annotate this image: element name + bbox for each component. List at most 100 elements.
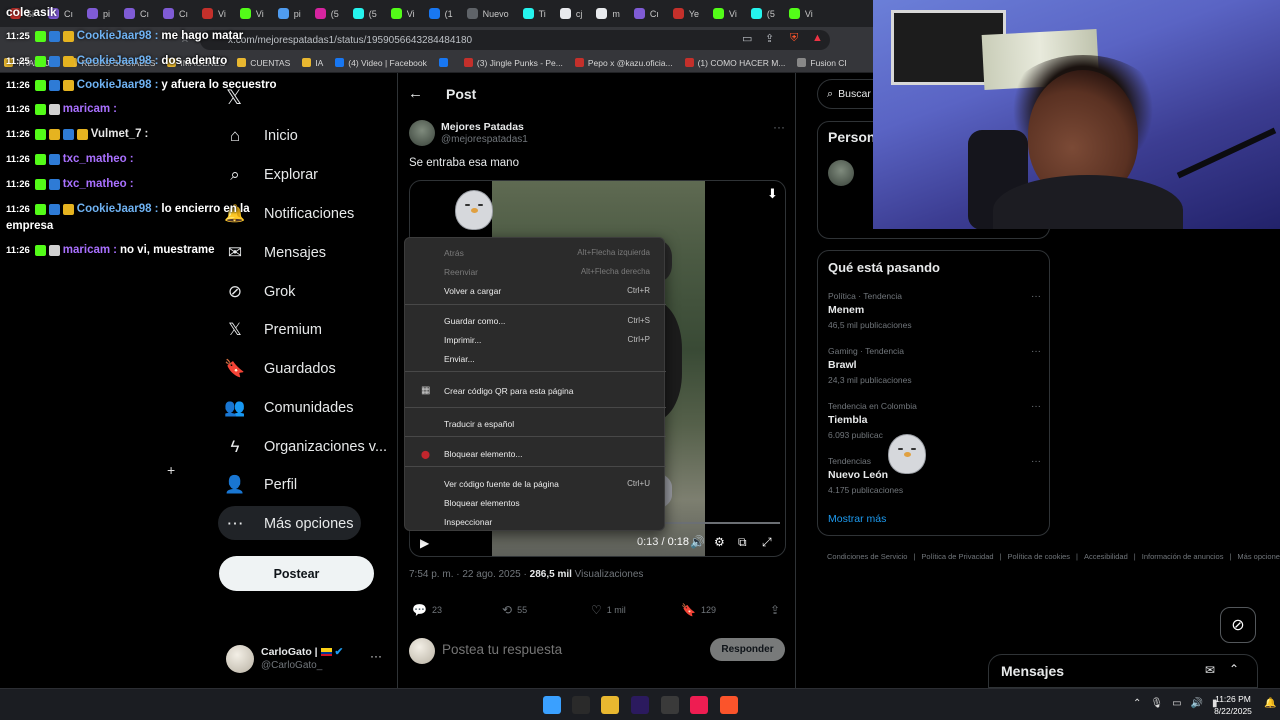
post-author-name[interactable]: Mejores Patadas xyxy=(441,121,524,133)
trend-item[interactable]: Política · Tendencia Menem 46,5 mil public… xyxy=(828,291,1043,330)
brave-shield-icon[interactable]: ⛨ xyxy=(790,32,798,45)
play-icon[interactable]: ▶ xyxy=(420,536,429,550)
kick-icon xyxy=(788,8,800,19)
footer-link[interactable]: Accesibilidad xyxy=(1084,552,1128,561)
post-author-handle[interactable]: @mejorespatadas1 xyxy=(441,134,528,145)
bookmark-item[interactable]: (3) Jingle Punks - Pe... xyxy=(463,58,563,68)
post-author-avatar[interactable] xyxy=(409,120,435,146)
volume-icon[interactable]: 🔊 xyxy=(690,535,705,549)
browser-tab[interactable]: (5 xyxy=(309,3,345,25)
account-switcher[interactable]: CarloGato | ✔ @CarloGato_ ··· xyxy=(226,643,391,675)
expand-up-icon[interactable]: ⌃ xyxy=(1229,662,1239,676)
reply-action[interactable]: 💬 23 xyxy=(412,603,442,617)
windows-start-icon[interactable] xyxy=(543,696,561,714)
bookmark-item[interactable]: Fusion CI xyxy=(797,58,847,68)
cast-icon[interactable]: ▭ xyxy=(742,32,752,45)
messages-drawer[interactable]: Mensajes ✉ ⌃ xyxy=(988,654,1258,688)
browser-tab[interactable]: Vi xyxy=(707,3,743,25)
nav-item-more-circle[interactable]: ⋯ Más opciones xyxy=(222,508,354,540)
trend-name: Brawl xyxy=(828,359,857,371)
epic-games-icon[interactable] xyxy=(572,696,590,714)
chevron-up-icon[interactable]: ⌃ xyxy=(1133,698,1141,709)
back-arrow-icon[interactable]: ← xyxy=(408,85,423,102)
browser-tab[interactable]: (5 xyxy=(745,3,781,25)
repost-action[interactable]: ⟲ 55 xyxy=(502,603,527,617)
reply-input[interactable] xyxy=(442,642,692,657)
trend-more-icon[interactable]: ··· xyxy=(1031,456,1041,467)
footer-link[interactable]: Política de cookies xyxy=(1008,552,1071,561)
new-message-icon[interactable]: ✉ xyxy=(1205,663,1215,677)
browser-tab[interactable]: Ye xyxy=(667,3,705,25)
nav-item-x-logo[interactable]: 𝕏 Premium xyxy=(222,314,322,346)
grok-floating-button[interactable]: ⊘ xyxy=(1220,607,1256,643)
tiktok-icon[interactable] xyxy=(690,696,708,714)
reply-button[interactable]: Responder xyxy=(710,638,785,661)
bookmark-item[interactable]: Pepo x @kazu.oficia... xyxy=(574,58,673,68)
obs-icon[interactable] xyxy=(661,696,679,714)
nav-item-grok[interactable]: ⊘ Grok xyxy=(222,276,296,308)
trend-more-icon[interactable]: ··· xyxy=(1031,401,1041,412)
context-menu-item[interactable]: Enviar... xyxy=(405,350,666,368)
context-menu-item[interactable]: Guardar como... Ctrl+S xyxy=(405,312,666,330)
browser-tab[interactable]: Vi xyxy=(783,3,819,25)
browser-tab[interactable]: cj xyxy=(554,3,589,25)
context-menu-item[interactable]: ▦ Crear código QR para esta página xyxy=(405,382,666,400)
browser-tab[interactable]: Ti xyxy=(517,3,552,25)
share-page-icon[interactable]: ⇪ xyxy=(765,32,774,45)
clock-date[interactable]: 8/22/2025 xyxy=(1208,706,1258,716)
clock-time[interactable]: 11:26 PM xyxy=(1208,694,1258,704)
context-menu-item[interactable]: Bloquear elementos xyxy=(405,494,666,512)
browser-tab[interactable]: m xyxy=(590,3,626,25)
footer-link[interactable]: Política de Privacidad xyxy=(921,552,993,561)
post-button[interactable]: Postear xyxy=(219,556,374,591)
speaker-icon[interactable]: 🔊 xyxy=(1191,698,1203,709)
trend-item[interactable]: Gaming · Tendencia Brawl 24,3 mil publicac… xyxy=(828,346,1043,385)
settings-gear-icon[interactable]: ⚙ xyxy=(714,535,725,549)
notification-bell-icon[interactable]: 🔔 xyxy=(1264,698,1276,709)
bookmark-action[interactable]: 🔖 129 xyxy=(681,603,716,617)
post-timestamp: 7:54 p. m. · 22 ago. 2025 · xyxy=(409,569,530,580)
file-explorer-icon[interactable] xyxy=(601,696,619,714)
browser-tab[interactable]: Cı xyxy=(628,3,665,25)
brave-rewards-icon[interactable]: ▲ xyxy=(812,32,823,44)
bookmark-item[interactable]: (1) COMO HACER M... xyxy=(684,58,785,68)
like-action[interactable]: ♡ 1 mil xyxy=(591,603,626,617)
footer-link[interactable]: Más opciones ··· xyxy=(1237,552,1280,561)
trend-more-icon[interactable]: ··· xyxy=(1031,346,1041,357)
premiere-icon[interactable] xyxy=(631,696,649,714)
share-action[interactable]: ⇪ xyxy=(770,603,785,617)
context-menu-item[interactable]: ⬤ Bloquear elemento... xyxy=(405,445,666,463)
nav-item-person[interactable]: 👤 Perfil xyxy=(222,469,297,501)
context-menu-item[interactable]: Volver a cargar Ctrl+R xyxy=(405,282,666,300)
nav-item-bookmark[interactable]: 🔖 Guardados xyxy=(222,353,335,385)
trend-item[interactable]: Tendencia en Colombia Tiembla 6.093 public… xyxy=(828,401,1043,440)
browser-tab[interactable]: (1 xyxy=(423,3,459,25)
show-more-link[interactable]: Mostrar más xyxy=(828,513,886,525)
trend-item[interactable]: Tendencias Nuevo León 4.175 publicaciones ·… xyxy=(828,456,1043,495)
context-menu-item[interactable]: Traducir a español xyxy=(405,415,666,433)
post-more-icon[interactable]: ··· xyxy=(773,120,785,134)
nav-item-lightning[interactable]: ϟ Organizaciones v... xyxy=(222,431,388,463)
microphone-icon[interactable]: 🎙 xyxy=(1150,698,1163,709)
bookmark-item[interactable] xyxy=(438,58,452,67)
bookmark-item[interactable]: (4) Video | Facebook xyxy=(335,58,427,68)
nav-item-people[interactable]: 👥 Comunidades xyxy=(222,392,353,424)
fullscreen-icon[interactable]: ⤢ xyxy=(762,535,772,550)
context-menu-item[interactable]: Ver código fuente de la página Ctrl+U xyxy=(405,475,666,493)
footer-link[interactable]: Condiciones de Servicio xyxy=(827,552,907,561)
monitor-icon[interactable]: ▭ xyxy=(1172,698,1181,709)
trend-more-icon[interactable]: ··· xyxy=(1031,291,1041,302)
browser-tab[interactable]: Nuevo xyxy=(461,3,515,25)
picture-in-picture-icon[interactable]: ⧉ xyxy=(738,535,747,550)
bookmark-item[interactable]: IA xyxy=(302,58,323,68)
footer-link[interactable]: Información de anuncios xyxy=(1142,552,1224,561)
account-more-icon[interactable]: ··· xyxy=(370,649,382,663)
browser-tab[interactable]: (5 xyxy=(347,3,383,25)
brave-icon[interactable] xyxy=(720,696,738,714)
download-pin-icon[interactable]: ⬇ xyxy=(767,186,778,202)
avatar[interactable] xyxy=(828,160,854,186)
context-menu-item[interactable]: Imprimir... Ctrl+P xyxy=(405,331,666,349)
context-menu-item[interactable]: Inspeccionar xyxy=(405,513,666,531)
browser-tab[interactable]: Vi xyxy=(385,3,421,25)
footer-links: Condiciones de Servicio | Política de Priv… xyxy=(827,549,1280,565)
